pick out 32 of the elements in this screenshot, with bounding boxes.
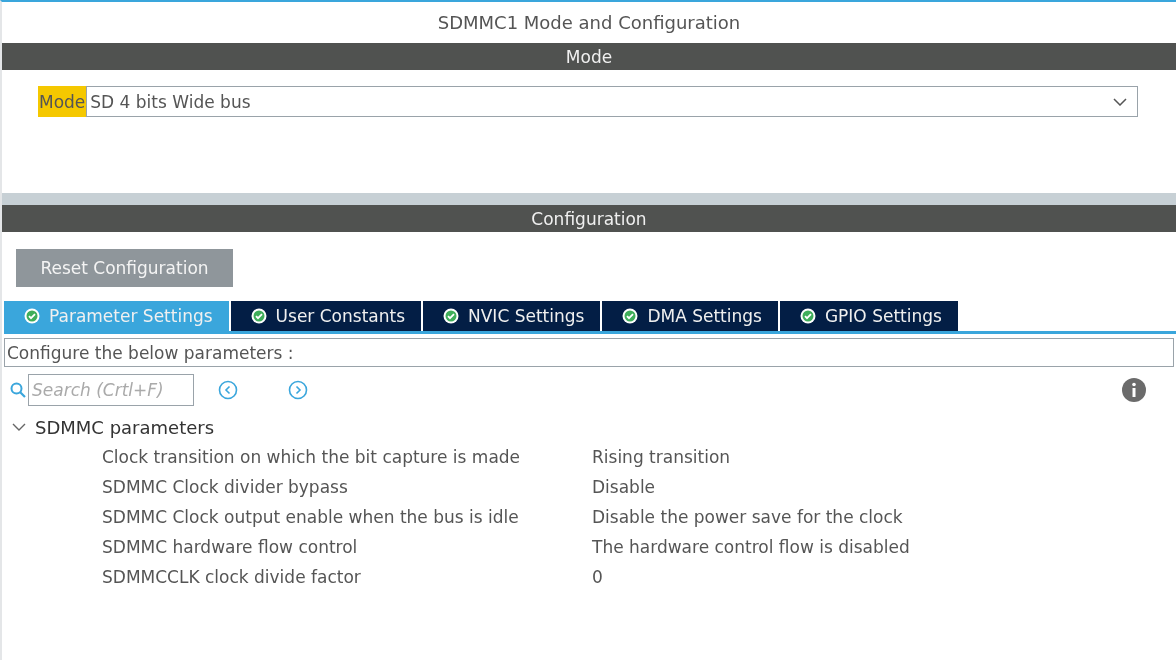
chevron-down-icon (1113, 97, 1127, 106)
parameter-name: Clock transition on which the bit capture is made (102, 447, 522, 467)
info-icon[interactable] (1122, 378, 1146, 402)
mode-dropdown[interactable]: SD 4 bits Wide bus (86, 86, 1138, 117)
search-icon (10, 382, 26, 398)
parameter-value[interactable]: Rising transition (592, 447, 1176, 467)
check-circle-icon (799, 308, 816, 324)
tab[interactable]: User Constants (230, 301, 421, 331)
next-icon[interactable] (288, 380, 308, 400)
search-field[interactable]: Search (Crtl+F) (28, 374, 194, 406)
parameter-value[interactable]: The hardware control flow is disabled (592, 537, 1176, 557)
parameter-name: SDMMCCLK clock divide factor (102, 567, 362, 587)
tab[interactable]: NVIC Settings (423, 301, 601, 331)
window-title: SDMMC1 Mode and Configuration (437, 12, 741, 33)
mode-label: Mode (38, 86, 87, 117)
check-circle-icon (443, 308, 459, 324)
tab[interactable]: GPIO Settings (779, 301, 958, 331)
parameter-name: SDMMC Clock divider bypass (102, 477, 349, 497)
description-field: Configure the below parameters : (4, 338, 1174, 367)
parameter-value[interactable]: Disable (592, 477, 1176, 497)
tab[interactable]: DMA Settings (602, 301, 778, 331)
group-label[interactable]: SDMMC parameters (35, 416, 215, 438)
section-header: Configuration (2, 205, 1176, 232)
parameter-name: SDMMC Clock output enable when the bus is idle (102, 507, 520, 527)
parameter-value[interactable]: Disable the power save for the clock (592, 507, 1176, 527)
parameter-value[interactable]: 0 (592, 567, 1176, 587)
check-circle-icon (24, 308, 40, 324)
section-header: Mode (2, 43, 1176, 70)
check-circle-icon (250, 308, 267, 324)
parameter-name: SDMMC hardware flow control (102, 537, 359, 557)
check-circle-icon (622, 308, 639, 324)
previous-icon[interactable] (218, 380, 238, 400)
